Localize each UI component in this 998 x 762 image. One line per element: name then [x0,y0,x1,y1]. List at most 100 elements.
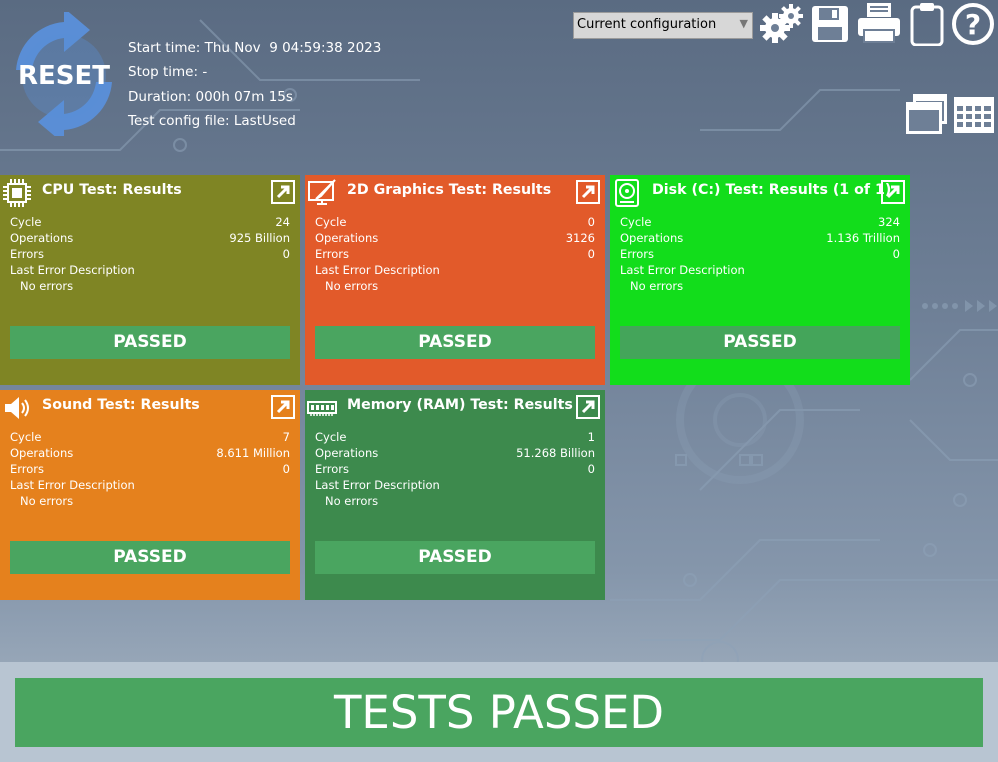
operations-row: Operations 925 Billion [10,231,290,247]
speaker-icon [5,397,29,419]
cycle-row: Cycle 24 [10,215,290,231]
chevron-down-icon: ▼ [739,17,748,30]
operations-label: Operations [620,231,684,245]
cycle-row: Cycle 0 [315,215,595,231]
operations-row: Operations 3126 [315,231,595,247]
printer-icon[interactable] [856,2,902,44]
graphics-test-panel: 2D Graphics Test: Results Cycle 0 Operati… [305,175,605,385]
windows-icon[interactable] [905,92,949,136]
expand-icon[interactable] [271,395,295,419]
test-info: Start time: Thu Nov 9 04:59:38 2023 Stop… [128,36,381,133]
errors-label: Errors [10,462,45,476]
ram-icon [307,401,337,416]
errors-label: Errors [620,247,655,261]
operations-row: Operations 1.136 Trillion [620,231,900,247]
errors-row: Errors 0 [315,462,595,478]
operations-value: 8.611 Million [216,446,290,460]
cycle-value: 24 [275,215,290,229]
panel-title: 2D Graphics Test: Results [347,182,552,198]
duration: Duration: 000h 07m 15s [128,88,293,105]
error-description: No errors [630,279,684,293]
errors-row: Errors 0 [620,247,900,263]
summary-bar: TESTS PASSED [0,662,998,762]
operations-row: Operations 8.611 Million [10,446,290,462]
errors-row: Errors 0 [10,247,290,263]
help-icon[interactable]: ? [951,2,995,46]
cycle-row: Cycle 324 [620,215,900,231]
result-button[interactable]: PASSED [620,326,900,359]
panel-title: Memory (RAM) Test: Results [347,397,573,413]
last-error-label: Last Error Description [620,263,745,277]
last-error-row: Last Error Description [10,263,290,279]
cycle-label: Cycle [10,430,42,444]
cpu-test-panel: CPU Test: Results Cycle 24 Operations 925 … [0,175,300,385]
expand-icon[interactable] [271,180,295,204]
errors-value: 0 [892,247,900,261]
cycle-row: Cycle 7 [10,430,290,446]
operations-value: 51.268 Billion [516,446,595,460]
errors-label: Errors [315,462,350,476]
graphics-icon [308,179,336,205]
operations-label: Operations [10,231,74,245]
result-button[interactable]: PASSED [10,541,290,574]
cycle-label: Cycle [315,215,347,229]
cycle-value: 0 [587,215,595,229]
reset-button[interactable]: RESET [10,12,118,136]
errors-row: Errors 0 [10,462,290,478]
error-description: No errors [325,279,379,293]
operations-label: Operations [315,446,379,460]
last-error-label: Last Error Description [10,263,135,277]
disk-test-panel: Disk (C:) Test: Results (1 of 1) Cycle 32… [610,175,910,385]
last-error-row: Last Error Description [315,263,595,279]
error-description: No errors [325,494,379,508]
grid-icon[interactable] [953,96,995,134]
last-error-row: Last Error Description [10,478,290,494]
errors-row: Errors 0 [315,247,595,263]
start-time: Start time: Thu Nov 9 04:59:38 2023 [128,40,382,56]
last-error-label: Last Error Description [315,478,440,492]
svg-text:RESET: RESET [18,61,110,91]
expand-icon[interactable] [881,180,905,204]
reset-refresh-icon: RESET [16,12,112,136]
save-icon[interactable] [810,4,850,44]
stop-time: Stop time: - [128,64,208,81]
gears-icon[interactable] [759,2,805,48]
tests-passed-button[interactable]: TESTS PASSED [15,678,983,747]
config-file: Test config file: LastUsed [128,112,296,129]
configuration-select-value: Current configuration [577,17,717,32]
last-error-row: Last Error Description [620,263,900,279]
clipboard-icon[interactable] [910,2,944,46]
operations-row: Operations 51.268 Billion [315,446,595,462]
operations-label: Operations [315,231,379,245]
panel-title: Sound Test: Results [42,397,200,413]
cycle-label: Cycle [10,215,42,229]
cycle-row: Cycle 1 [315,430,595,446]
operations-value: 925 Billion [229,231,290,245]
errors-value: 0 [587,462,595,476]
cycle-value: 7 [282,430,290,444]
error-description: No errors [20,279,74,293]
cycle-label: Cycle [620,215,652,229]
result-button[interactable]: PASSED [315,541,595,574]
errors-value: 0 [587,247,595,261]
configuration-select[interactable]: Current configuration ▼ [573,12,753,39]
cycle-value: 1 [587,430,595,444]
cycle-value: 324 [878,215,900,229]
errors-value: 0 [282,462,290,476]
svg-text:?: ? [965,8,981,41]
errors-value: 0 [282,247,290,261]
disk-icon [615,179,639,207]
result-button[interactable]: PASSED [315,326,595,359]
cpu-icon [3,179,31,207]
error-description: No errors [20,494,74,508]
last-error-row: Last Error Description [315,478,595,494]
last-error-label: Last Error Description [10,478,135,492]
errors-label: Errors [315,247,350,261]
operations-value: 3126 [565,231,595,245]
expand-icon[interactable] [576,180,600,204]
panel-title: Disk (C:) Test: Results (1 of 1) [652,182,892,198]
expand-icon[interactable] [576,395,600,419]
cycle-label: Cycle [315,430,347,444]
result-button[interactable]: PASSED [10,326,290,359]
last-error-label: Last Error Description [315,263,440,277]
